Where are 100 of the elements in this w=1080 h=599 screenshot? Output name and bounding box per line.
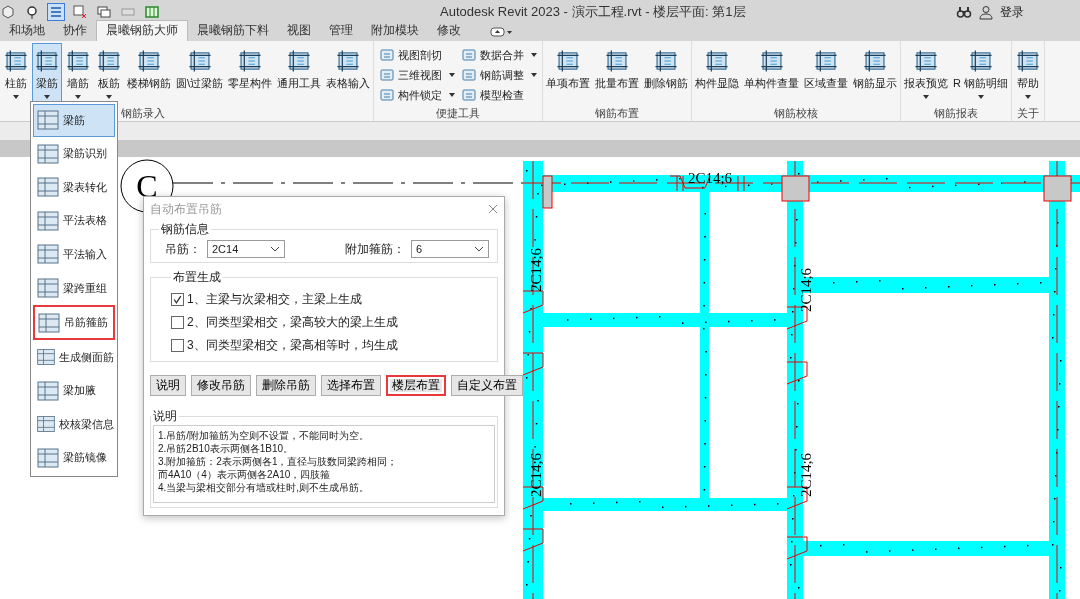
tool-icon bbox=[379, 47, 396, 63]
ribbon-button[interactable]: 单构件查量 bbox=[742, 43, 802, 105]
ribbon-button[interactable]: 删除钢筋 bbox=[642, 43, 691, 105]
panel-label: 钢筋录入 bbox=[121, 106, 165, 121]
menu-item[interactable]: 生成侧面筋 bbox=[33, 340, 115, 374]
user-icon[interactable] bbox=[978, 4, 994, 20]
beam-tool-icon bbox=[36, 141, 60, 166]
panel-label: 钢筋报表 bbox=[934, 106, 979, 121]
rebar-tool-icon bbox=[862, 48, 889, 74]
menu-item[interactable]: 梁加腋 bbox=[33, 374, 115, 407]
menu-item[interactable]: 平法输入 bbox=[33, 238, 115, 271]
window-close-icon[interactable] bbox=[72, 4, 88, 20]
ribbon-button[interactable]: 楼梯钢筋 bbox=[125, 43, 173, 105]
tool-icon bbox=[461, 67, 478, 83]
rebar-tool-icon bbox=[237, 48, 264, 74]
note-line: 4.当梁与梁相交部分有墙或柱时,则不生成吊筋。 bbox=[158, 481, 371, 494]
group-label: 布置生成 bbox=[172, 269, 222, 286]
menu-item[interactable]: 平法表格 bbox=[33, 204, 115, 238]
dialog-button[interactable]: 删除吊筋 bbox=[256, 375, 316, 396]
ribbon-button[interactable]: 墙筋 bbox=[63, 43, 93, 105]
checkbox[interactable] bbox=[171, 316, 184, 329]
field-label: 吊筋： bbox=[165, 240, 201, 258]
pin-icon[interactable] bbox=[24, 4, 40, 20]
ribbon-button[interactable]: 数据合并 bbox=[461, 45, 538, 65]
close-icon[interactable] bbox=[488, 204, 498, 214]
ribbon-button[interactable]: 零星构件 bbox=[226, 43, 275, 105]
ribbon-tab[interactable]: 附加模块 bbox=[362, 21, 428, 41]
ribbon-button[interactable]: 报表预览 bbox=[902, 43, 951, 105]
ribbon-button[interactable]: 钢筋显示 bbox=[851, 43, 900, 105]
rebar-tool-icon bbox=[604, 48, 631, 74]
group-label: 说明 bbox=[152, 408, 178, 425]
binoculars-icon[interactable] bbox=[956, 4, 972, 20]
ribbon-button[interactable]: 批量布置 bbox=[593, 43, 642, 105]
ribbon-button[interactable]: 单项布置 bbox=[544, 43, 593, 105]
caret-icon bbox=[923, 95, 930, 99]
ribbon-button[interactable]: 表格输入 bbox=[324, 43, 373, 105]
ribbon-button[interactable]: 钢筋调整 bbox=[461, 65, 538, 85]
menu-item[interactable]: 梁筋镜像 bbox=[33, 441, 115, 474]
checkbox[interactable] bbox=[171, 339, 184, 352]
rebar-tool-icon bbox=[335, 48, 362, 74]
dialog-button[interactable]: 楼层布置 bbox=[386, 375, 446, 396]
menu-item[interactable]: 梁表转化 bbox=[33, 171, 115, 204]
ribbon-tab[interactable]: 视图 bbox=[278, 21, 320, 41]
ribbon-tab[interactable]: 管理 bbox=[320, 21, 362, 41]
ribbon-tab[interactable]: 修改 bbox=[428, 21, 470, 41]
login-link[interactable]: 登录 bbox=[1000, 3, 1024, 21]
ribbon-button[interactable]: 构件显隐 bbox=[693, 43, 742, 105]
windows-icon[interactable] bbox=[96, 4, 112, 20]
beam-tool-icon bbox=[36, 108, 60, 133]
ribbon-button[interactable]: 构件锁定 bbox=[379, 85, 456, 105]
beam-tool-icon bbox=[37, 310, 61, 335]
rebar-tool-icon bbox=[65, 48, 91, 74]
dropdown-field[interactable]: 2C14 bbox=[207, 240, 285, 258]
menu-item[interactable]: 梁跨重组 bbox=[33, 271, 115, 305]
caret-icon bbox=[531, 73, 538, 77]
ribbon-button[interactable]: 柱筋 bbox=[1, 43, 31, 105]
dialog-button[interactable]: 说明 bbox=[150, 375, 186, 396]
ribbon-tab[interactable]: 晨曦钢筋大师 bbox=[96, 20, 188, 41]
panel-toggle-icon[interactable] bbox=[490, 26, 514, 38]
option-label: 2、同类型梁相交，梁高较大的梁上生成 bbox=[187, 314, 398, 331]
dialog-button[interactable]: 自定义布置 bbox=[451, 375, 523, 396]
dialog-button[interactable]: 修改吊筋 bbox=[191, 375, 251, 396]
ribbon-button[interactable]: 模型检查 bbox=[461, 85, 538, 105]
rebar-tool-icon bbox=[96, 48, 122, 74]
ribbon-button[interactable]: R 钢筋明细 bbox=[951, 43, 1011, 105]
tool-icon bbox=[461, 87, 478, 103]
caret-icon bbox=[1025, 95, 1032, 99]
list-icon[interactable] bbox=[48, 4, 64, 20]
ribbon-button[interactable]: 区域查量 bbox=[802, 43, 851, 105]
beam-tool-icon bbox=[36, 175, 60, 200]
ribbon-tab[interactable]: 协作 bbox=[54, 21, 96, 41]
ribbon-button[interactable]: 三维视图 bbox=[379, 65, 456, 85]
caret-icon bbox=[106, 95, 112, 99]
rebar-tool-icon bbox=[704, 48, 731, 74]
menu-item[interactable]: 梁筋识别 bbox=[33, 137, 115, 171]
option-label: 3、同类型梁相交，梁高相等时，均生成 bbox=[187, 337, 398, 354]
rebar-tool-icon bbox=[653, 48, 680, 74]
rebar-tool-icon bbox=[3, 48, 29, 74]
ribbon-tab[interactable]: 和场地 bbox=[0, 21, 54, 41]
ribbon-tab[interactable]: 晨曦钢筋下料 bbox=[188, 21, 278, 41]
ribbon-button[interactable]: 帮助 bbox=[1013, 43, 1044, 105]
group-label: 钢筋信息 bbox=[160, 221, 210, 238]
dialog-button[interactable]: 选择布置 bbox=[321, 375, 381, 396]
caret-icon bbox=[75, 95, 81, 99]
ribbon-button[interactable]: 视图剖切 bbox=[379, 45, 456, 65]
menu-item[interactable]: 吊筋箍筋 bbox=[33, 305, 115, 340]
dropdown-field[interactable]: 6 bbox=[411, 240, 489, 258]
menu-item[interactable]: 校核梁信息 bbox=[33, 407, 115, 441]
ribbon-button[interactable]: 通用工具 bbox=[275, 43, 324, 105]
checkbox[interactable] bbox=[171, 293, 184, 306]
beam-tool-icon bbox=[36, 276, 60, 300]
note-line: 而4A10（4）表示两侧各2A10，四肢箍 bbox=[158, 468, 332, 481]
note-line: 1.吊筋/附加箍筋为空则不设置，不能同时为空。 bbox=[158, 429, 371, 442]
caret-icon bbox=[531, 53, 538, 57]
ribbon-button[interactable]: 板筋 bbox=[94, 43, 124, 105]
grid-icon[interactable] bbox=[144, 4, 160, 20]
ribbon-button[interactable]: 圆\过梁筋 bbox=[174, 43, 226, 105]
menu-item[interactable]: 梁筋 bbox=[33, 104, 115, 137]
rebar-tool-icon bbox=[555, 48, 582, 74]
tool-icon bbox=[379, 87, 396, 103]
